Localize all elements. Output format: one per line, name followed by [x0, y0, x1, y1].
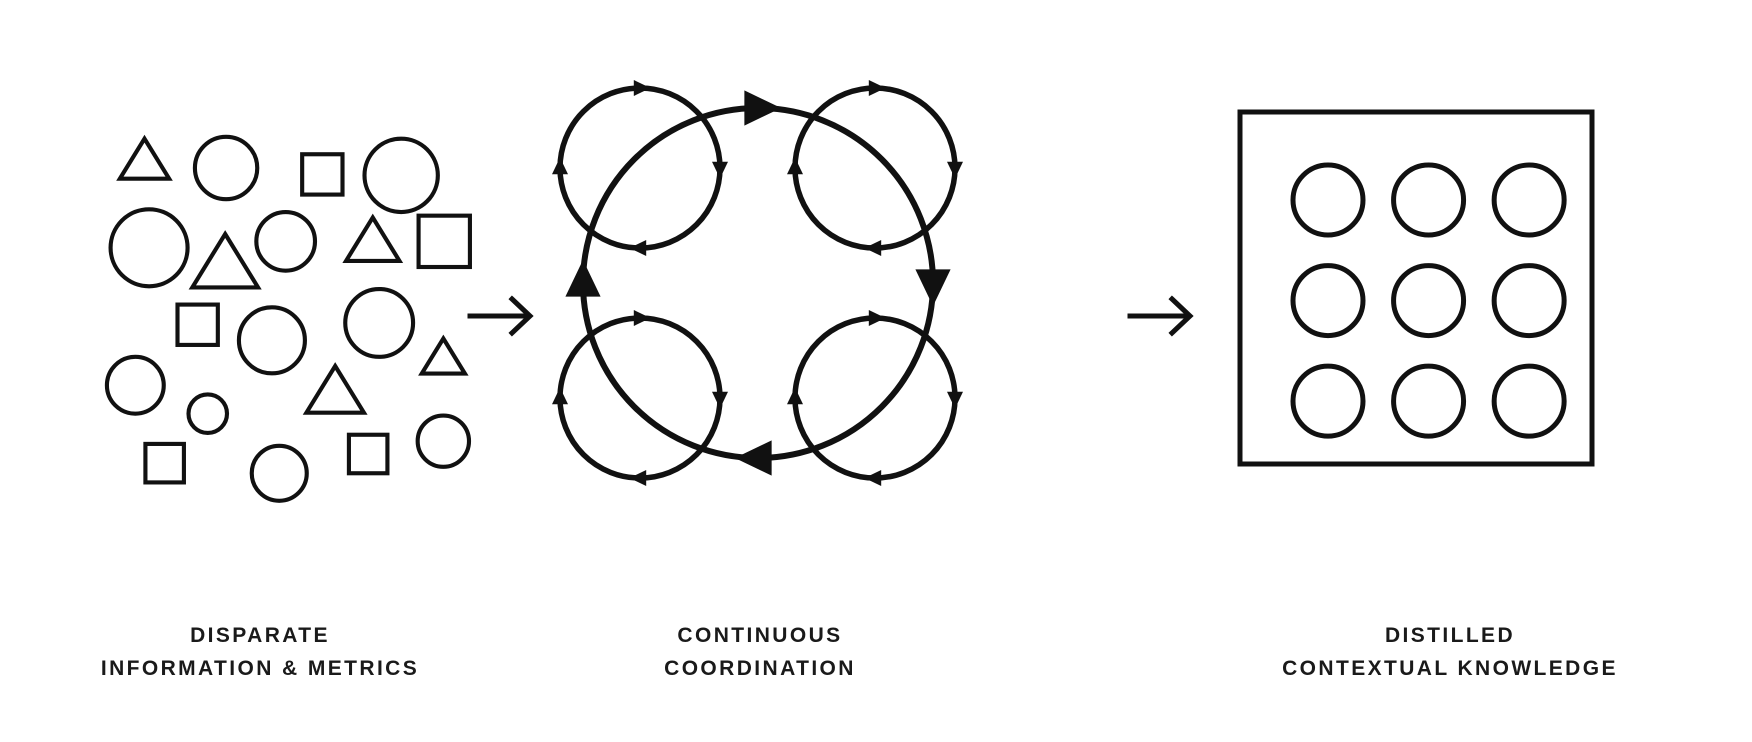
caption-continuous-line2: COORDINATION: [664, 656, 856, 680]
sub-cycle-ring: [557, 85, 723, 251]
shape-circle: [104, 354, 166, 416]
shape-circle: [186, 392, 230, 435]
sub-cycle-arrowhead-bottom: [864, 470, 882, 486]
shape-square: [175, 302, 220, 347]
arrowhead-glyph: [712, 161, 728, 179]
shape-triangle: [116, 134, 173, 181]
shape-triangle: [302, 362, 368, 415]
ordered-grid-graphic: [1237, 109, 1595, 467]
arrowhead-glyph: [787, 387, 803, 405]
grid-circle: [1290, 363, 1366, 439]
panel-continuous: CONTINUOUS COORDINATION: [530, 0, 990, 742]
grid-circle: [1491, 162, 1567, 238]
panel-disparate: DISPARATE INFORMATION & METRICS: [40, 0, 480, 742]
main-cycle-arrowhead-left: [565, 259, 601, 297]
arrowhead-glyph: [629, 470, 647, 486]
shape-square: [300, 152, 345, 197]
sub-cycle-arrowhead-right: [947, 161, 963, 179]
connector-arrow-2: [1120, 286, 1240, 346]
arrowhead-glyph: [787, 157, 803, 175]
grid-circle: [1391, 263, 1467, 339]
grid-circle: [1391, 162, 1467, 238]
arrowhead-glyph: [552, 157, 568, 175]
sub-cycle-arrowhead-bottom: [629, 240, 647, 256]
sub-cycle-ring: [792, 315, 958, 481]
caption-distilled: DISTILLED CONTEXTUAL KNOWLEDGE: [1230, 620, 1670, 685]
scattered-shapes-graphic: [104, 134, 472, 503]
arrowhead-glyph: [864, 470, 882, 486]
sub-cycle-arrowhead-top: [868, 80, 886, 96]
caption-continuous-line1: CONTINUOUS: [677, 624, 843, 647]
sub-cycle-arrowhead-bottom: [864, 240, 882, 256]
sub-cycle-bottom-left: [552, 310, 728, 486]
panel-distilled: DISTILLED CONTEXTUAL KNOWLEDGE: [1230, 0, 1670, 742]
sub-cycle-arrowhead-left: [787, 157, 803, 175]
arrowhead-glyph: [633, 310, 651, 326]
arrowhead-glyph: [629, 240, 647, 256]
sub-cycle-ring: [792, 85, 958, 251]
caption-disparate-line1: DISPARATE: [190, 624, 330, 647]
main-cycle-arrowhead-top: [744, 90, 782, 126]
shape-triangle: [418, 334, 469, 376]
sub-cycle-arrowhead-bottom: [629, 470, 647, 486]
shape-circle: [108, 207, 190, 289]
shape-triangle: [342, 213, 404, 263]
arrowhead-glyph: [947, 161, 963, 179]
sub-cycle-ring: [557, 315, 723, 481]
coordinated-cycles-graphic: [552, 80, 963, 486]
sub-cycle-bottom-right: [787, 310, 963, 486]
grid-circle: [1391, 363, 1467, 439]
shape-circle: [343, 286, 416, 359]
shape-triangle: [188, 230, 262, 290]
main-cycle-arrowhead-bottom: [734, 440, 772, 476]
shape-circle: [236, 305, 307, 376]
shape-circle: [362, 136, 440, 215]
sub-cycle-arrowhead-left: [787, 387, 803, 405]
arrow-right-icon: [1127, 295, 1194, 337]
grid-circle: [1290, 263, 1366, 339]
arrowhead-glyph: [868, 80, 886, 96]
main-cycle-ring: [580, 105, 936, 461]
arrowhead-glyph: [915, 269, 951, 307]
sub-cycle-arrowhead-right: [712, 161, 728, 179]
arrowhead-glyph: [565, 259, 601, 297]
grid-circle: [1491, 263, 1567, 339]
shape-square: [346, 432, 390, 476]
sub-cycle-arrowhead-left: [552, 157, 568, 175]
sub-cycle-top-left: [552, 80, 728, 256]
sub-cycle-arrowhead-top: [868, 310, 886, 326]
arrowhead-glyph: [552, 387, 568, 405]
shape-square: [143, 441, 186, 485]
shape-circle: [249, 443, 309, 503]
sub-cycle-arrowhead-top: [633, 80, 651, 96]
caption-disparate: DISPARATE INFORMATION & METRICS: [40, 620, 480, 685]
shape-circle: [415, 413, 472, 469]
main-cycle: [565, 90, 951, 476]
shape-square: [416, 213, 472, 270]
caption-continuous: CONTINUOUS COORDINATION: [530, 620, 990, 685]
arrowhead-glyph: [947, 391, 963, 409]
sub-cycle-arrowhead-left: [552, 387, 568, 405]
arrowhead-glyph: [744, 90, 782, 126]
arrowhead-glyph: [633, 80, 651, 96]
arrowhead-glyph: [712, 391, 728, 409]
caption-distilled-line1: DISTILLED: [1384, 624, 1516, 647]
sub-cycle-arrowhead-top: [633, 310, 651, 326]
caption-disparate-line2: INFORMATION & METRICS: [100, 656, 420, 680]
sub-cycle-top-right: [787, 80, 963, 256]
diagram-canvas: DISPARATE INFORMATION & METRICS CONTINUO…: [0, 0, 1752, 742]
arrowhead-glyph: [734, 440, 772, 476]
grid-circle: [1290, 162, 1366, 238]
shape-circle: [192, 134, 260, 202]
shape-circle: [254, 209, 318, 273]
sub-cycle-arrowhead-right: [947, 391, 963, 409]
arrowhead-glyph: [864, 240, 882, 256]
sub-cycle-arrowhead-right: [712, 391, 728, 409]
grid-circle: [1491, 363, 1567, 439]
main-cycle-arrowhead-right: [915, 269, 951, 307]
arrowhead-glyph: [868, 310, 886, 326]
caption-distilled-line2: CONTEXTUAL KNOWLEDGE: [1282, 656, 1618, 680]
